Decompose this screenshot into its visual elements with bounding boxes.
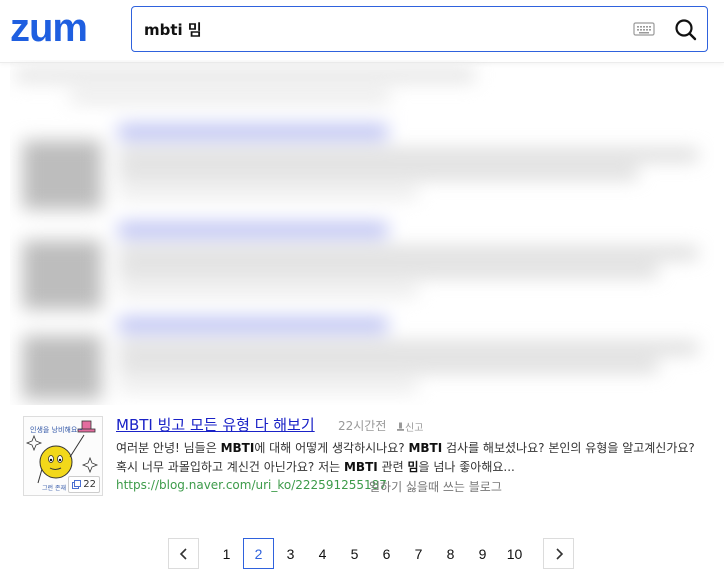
page-9-button[interactable]: 9 (467, 538, 498, 569)
image-count-badge: 22 (68, 476, 100, 493)
pagination: 1 2 3 4 5 6 7 8 9 10 (0, 538, 724, 570)
keyboard-icon[interactable] (633, 21, 655, 37)
thumb-caption-top: 인생을 낭비해요~ (30, 426, 84, 434)
snippet-text: 관련 (377, 460, 408, 474)
page-2-button[interactable]: 2 (243, 538, 274, 569)
report-icon (397, 422, 404, 431)
chevron-left-icon (179, 547, 187, 560)
page-8-button[interactable]: 8 (435, 538, 466, 569)
thumb-caption-bottom: 그런 존재 (42, 485, 66, 492)
result-time: 22시간전 (338, 419, 387, 433)
page-1-button[interactable]: 1 (211, 538, 242, 569)
page-10-button[interactable]: 10 (499, 538, 530, 569)
snippet-text: 에 대해 어떻게 생각하시나요? (254, 441, 409, 455)
search-box[interactable] (131, 6, 708, 52)
next-page-button[interactable] (543, 538, 574, 569)
search-result-item: 인생을 낭비해요~ 그런 존재 22 MBTI 빙고 모든 유형 다 해보기 2… (23, 413, 713, 498)
header-bar: zum (0, 0, 724, 63)
result-snippet: 여러분 안녕! 님들은 MBTI에 대해 어떻게 생각하시나요? MBTI 검사… (116, 439, 706, 477)
search-button[interactable] (672, 16, 700, 44)
result-source[interactable]: 일하기 싫을때 쓰는 블로그 (369, 478, 502, 495)
page-7-button[interactable]: 7 (403, 538, 434, 569)
search-input[interactable] (144, 15, 604, 43)
snippet-text: 여러분 안녕! 님들은 (116, 441, 221, 455)
result-thumbnail[interactable]: 인생을 낭비해요~ 그런 존재 22 (23, 416, 103, 496)
page-6-button[interactable]: 6 (371, 538, 402, 569)
snippet-highlight: MBTI (220, 441, 255, 455)
page-5-button[interactable]: 5 (339, 538, 370, 569)
images-icon (72, 480, 82, 489)
snippet-highlight: MBTI (343, 460, 378, 474)
chevron-right-icon (555, 547, 563, 560)
result-title-link[interactable]: MBTI 빙고 모든 유형 다 해보기 (116, 414, 315, 435)
report-label: 신고 (405, 423, 424, 434)
snippet-highlight: 밈 (407, 460, 419, 474)
page-4-button[interactable]: 4 (307, 538, 338, 569)
snippet-highlight: MBTI (408, 441, 443, 455)
report-button[interactable]: 신고 (397, 419, 423, 434)
page-3-button[interactable]: 3 (275, 538, 306, 569)
zum-logo[interactable]: zum (10, 6, 88, 50)
blurred-results (10, 60, 714, 405)
search-icon (675, 19, 697, 41)
prev-page-button[interactable] (168, 538, 199, 569)
snippet-text: 을 넘나 좋아해요... (418, 460, 515, 474)
result-url[interactable]: https://blog.naver.com/uri_ko/2225912551… (116, 478, 387, 492)
image-count: 22 (83, 479, 96, 490)
